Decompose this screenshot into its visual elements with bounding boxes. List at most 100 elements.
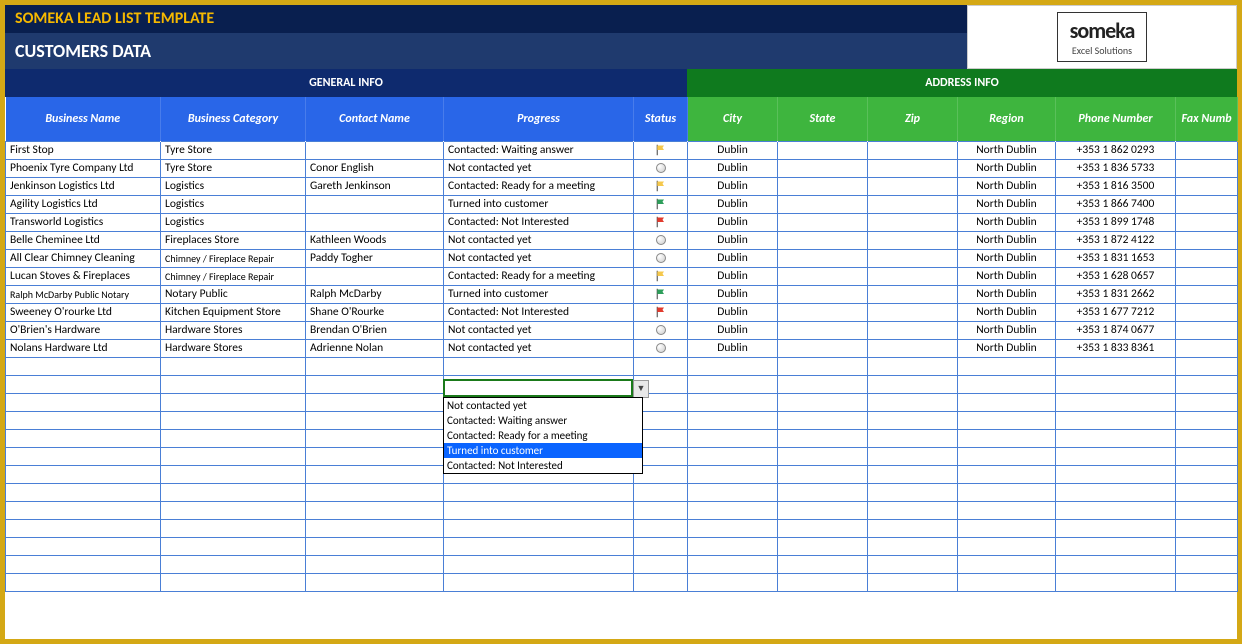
empty-cell[interactable] — [958, 375, 1056, 393]
empty-cell[interactable] — [1176, 519, 1238, 537]
empty-cell[interactable] — [306, 573, 444, 591]
cell-status[interactable] — [634, 285, 688, 303]
empty-cell[interactable] — [778, 501, 868, 519]
empty-cell[interactable] — [1056, 483, 1176, 501]
empty-cell[interactable] — [868, 357, 958, 375]
empty-cell[interactable] — [868, 483, 958, 501]
empty-cell[interactable] — [444, 501, 634, 519]
empty-cell[interactable] — [1176, 555, 1238, 573]
empty-cell[interactable] — [306, 393, 444, 411]
cell-progress[interactable]: Contacted: Waiting answer — [444, 141, 634, 159]
empty-cell[interactable] — [306, 411, 444, 429]
cell-contact-name[interactable]: Brendan O'Brien — [306, 321, 444, 339]
dropdown-option[interactable]: Contacted: Waiting answer — [444, 413, 642, 428]
cell-status[interactable] — [634, 321, 688, 339]
cell-fax[interactable] — [1176, 267, 1238, 285]
cell-zip[interactable] — [868, 159, 958, 177]
cell-contact-name[interactable] — [306, 195, 444, 213]
empty-cell[interactable] — [868, 393, 958, 411]
empty-cell[interactable] — [1176, 573, 1238, 591]
empty-cell[interactable] — [161, 501, 306, 519]
cell-status[interactable] — [634, 177, 688, 195]
empty-cell[interactable] — [6, 375, 161, 393]
empty-cell[interactable] — [868, 501, 958, 519]
cell-fax[interactable] — [1176, 285, 1238, 303]
empty-cell[interactable] — [306, 447, 444, 465]
cell-region[interactable]: North Dublin — [958, 339, 1056, 357]
empty-cell[interactable] — [688, 375, 778, 393]
cell-phone[interactable]: +353 1 628 0657 — [1056, 267, 1176, 285]
empty-cell[interactable] — [161, 573, 306, 591]
cell-state[interactable] — [778, 231, 868, 249]
cell-phone[interactable]: +353 1 677 7212 — [1056, 303, 1176, 321]
cell-contact-name[interactable]: Gareth Jenkinson — [306, 177, 444, 195]
cell-status[interactable] — [634, 213, 688, 231]
cell-region[interactable]: North Dublin — [958, 231, 1056, 249]
empty-cell[interactable] — [688, 411, 778, 429]
cell-phone[interactable]: +353 1 872 4122 — [1056, 231, 1176, 249]
cell-business-name[interactable]: Belle Cheminee Ltd — [6, 231, 161, 249]
table-row-empty[interactable] — [6, 519, 1238, 537]
empty-cell[interactable] — [634, 483, 688, 501]
empty-cell[interactable] — [778, 483, 868, 501]
cell-business-category[interactable]: Tyre Store — [161, 159, 306, 177]
cell-city[interactable]: Dublin — [688, 321, 778, 339]
cell-business-name[interactable]: All Clear Chimney Cleaning — [6, 249, 161, 267]
empty-cell[interactable] — [161, 465, 306, 483]
col-status[interactable]: Status — [634, 97, 688, 141]
table-row[interactable]: Sweeney O'rourke LtdKitchen Equipment St… — [6, 303, 1238, 321]
empty-cell[interactable] — [958, 393, 1056, 411]
cell-business-category[interactable]: Tyre Store — [161, 141, 306, 159]
table-row-empty[interactable] — [6, 537, 1238, 555]
cell-state[interactable] — [778, 141, 868, 159]
table-row[interactable]: All Clear Chimney CleaningChimney / Fire… — [6, 249, 1238, 267]
cell-progress[interactable]: Not contacted yet — [444, 159, 634, 177]
empty-cell[interactable] — [161, 483, 306, 501]
col-region[interactable]: Region — [958, 97, 1056, 141]
cell-phone[interactable]: +353 1 833 8361 — [1056, 339, 1176, 357]
empty-cell[interactable] — [1056, 447, 1176, 465]
cell-fax[interactable] — [1176, 321, 1238, 339]
cell-contact-name[interactable]: Kathleen Woods — [306, 231, 444, 249]
cell-zip[interactable] — [868, 321, 958, 339]
cell-fax[interactable] — [1176, 339, 1238, 357]
table-row[interactable]: O'Brien's HardwareHardware StoresBrendan… — [6, 321, 1238, 339]
empty-cell[interactable] — [634, 357, 688, 375]
cell-status[interactable] — [634, 231, 688, 249]
empty-cell[interactable] — [778, 375, 868, 393]
cell-progress[interactable]: Contacted: Ready for a meeting — [444, 267, 634, 285]
empty-cell[interactable] — [161, 537, 306, 555]
cell-zip[interactable] — [868, 267, 958, 285]
cell-zip[interactable] — [868, 177, 958, 195]
cell-status[interactable] — [634, 159, 688, 177]
empty-cell[interactable] — [868, 537, 958, 555]
empty-cell[interactable] — [634, 573, 688, 591]
empty-cell[interactable] — [778, 555, 868, 573]
empty-cell[interactable] — [161, 519, 306, 537]
empty-cell[interactable] — [306, 375, 444, 393]
dropdown-active-cell[interactable]: ▼ — [443, 379, 633, 397]
dropdown-list[interactable]: Not contacted yetContacted: Waiting answ… — [443, 397, 643, 474]
empty-cell[interactable] — [778, 447, 868, 465]
empty-cell[interactable] — [778, 519, 868, 537]
cell-progress[interactable]: Turned into customer — [444, 285, 634, 303]
cell-fax[interactable] — [1176, 213, 1238, 231]
empty-cell[interactable] — [1176, 375, 1238, 393]
empty-cell[interactable] — [6, 501, 161, 519]
empty-cell[interactable] — [1056, 465, 1176, 483]
cell-business-name[interactable]: First Stop — [6, 141, 161, 159]
empty-cell[interactable] — [1056, 519, 1176, 537]
empty-cell[interactable] — [688, 519, 778, 537]
empty-cell[interactable] — [444, 537, 634, 555]
cell-state[interactable] — [778, 249, 868, 267]
cell-region[interactable]: North Dublin — [958, 159, 1056, 177]
table-row-empty[interactable] — [6, 555, 1238, 573]
empty-cell[interactable] — [1176, 429, 1238, 447]
empty-cell[interactable] — [958, 501, 1056, 519]
cell-progress[interactable]: Not contacted yet — [444, 339, 634, 357]
cell-city[interactable]: Dublin — [688, 267, 778, 285]
cell-fax[interactable] — [1176, 159, 1238, 177]
empty-cell[interactable] — [306, 519, 444, 537]
empty-cell[interactable] — [306, 429, 444, 447]
empty-cell[interactable] — [6, 393, 161, 411]
